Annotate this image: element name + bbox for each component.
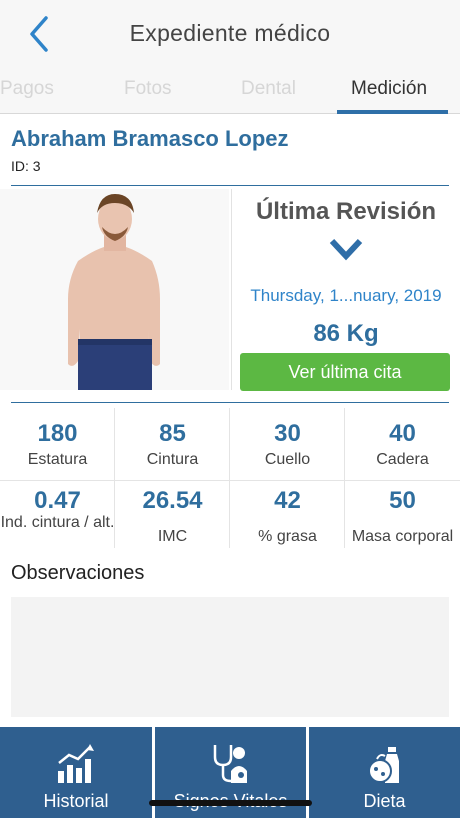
tab-fotos[interactable]: Fotos (124, 78, 172, 100)
nav-label: Dieta (363, 791, 406, 811)
metric-value: 85 (159, 420, 186, 447)
metric-label: Cintura (146, 451, 199, 468)
food-icon (367, 747, 399, 783)
divider (229, 408, 230, 548)
metric-grasa: 42 % grasa (230, 487, 345, 547)
tab-dental[interactable]: Dental (241, 78, 296, 100)
metric-label: % grasa (258, 528, 317, 545)
last-review-date: Thursday, 1...nuary, 2019 (250, 286, 442, 305)
metric-cadera: 40 Cadera (345, 420, 460, 470)
stethoscope-icon (213, 745, 247, 783)
metric-imc: 26.54 IMC (115, 487, 230, 547)
divider (114, 408, 115, 548)
metric-ind-cintura: 0.47 Ind. cintura / alt. (0, 487, 115, 533)
metric-label: Ind. cintura / alt. (0, 514, 115, 531)
chart-icon (58, 744, 94, 783)
nav-historial[interactable]: Historial (0, 727, 152, 818)
divider (11, 185, 449, 186)
home-indicator (149, 800, 312, 806)
tab-bar: Pagos Fotos Dental Medición (0, 66, 460, 114)
patient-photo (0, 189, 229, 390)
metric-cintura: 85 Cintura (115, 420, 230, 470)
metric-masa-corporal: 50 Masa corporal (345, 487, 460, 547)
page-title: Expediente médico (129, 20, 331, 46)
metric-value: 42 (274, 487, 301, 514)
divider (344, 408, 345, 548)
metric-value: 0.47 (34, 487, 81, 514)
divider (11, 402, 449, 403)
chevron-down-icon[interactable] (328, 236, 364, 262)
nav-dieta[interactable]: Dieta (309, 727, 460, 818)
metric-value: 30 (274, 420, 301, 447)
last-review-weight: 86 Kg (313, 320, 379, 347)
metric-value: 50 (389, 487, 416, 514)
metric-label: Cadera (376, 451, 429, 468)
metric-estatura: 180 Estatura (0, 420, 115, 470)
metric-cuello: 30 Cuello (230, 420, 345, 470)
view-last-appointment-button[interactable]: Ver última cita (240, 353, 450, 391)
active-tab-indicator (337, 110, 448, 114)
metric-label: Masa corporal (351, 528, 454, 545)
patient-id: ID: 3 (11, 158, 41, 174)
last-review-title: Última Revisión (255, 198, 437, 225)
divider (0, 480, 460, 481)
metric-value: 180 (37, 420, 78, 447)
metric-value: 40 (389, 420, 416, 447)
observations-box[interactable] (11, 597, 449, 717)
metric-label: Cuello (264, 451, 311, 468)
metric-value: 26.54 (142, 487, 203, 514)
tab-pagos[interactable]: Pagos (0, 78, 54, 100)
metric-label: Estatura (27, 451, 88, 468)
patient-name: Abraham Bramasco Lopez (11, 126, 289, 151)
top-bar: Expediente médico (0, 0, 460, 66)
metric-label: IMC (157, 528, 188, 545)
observations-title: Observaciones (11, 562, 145, 584)
nav-label: Historial (43, 791, 109, 811)
tab-medicion[interactable]: Medición (351, 78, 427, 100)
